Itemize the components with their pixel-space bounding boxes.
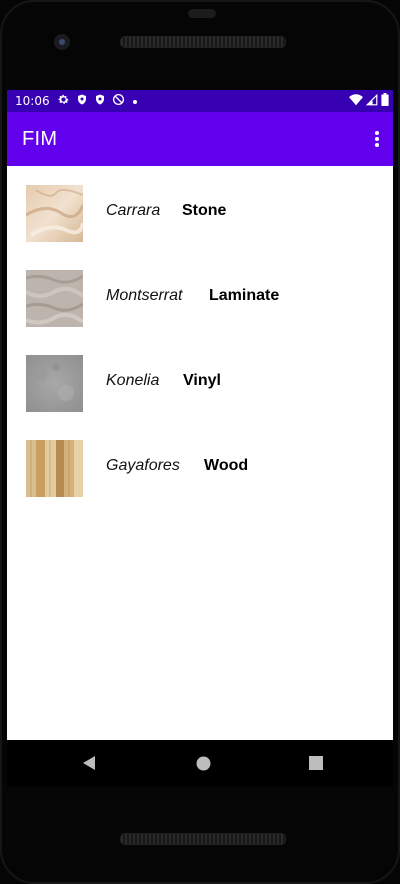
wood-thumbnail: [26, 440, 83, 497]
material-name: Konelia: [106, 372, 160, 389]
shield-icon: [76, 93, 88, 109]
app-title: FIM: [22, 128, 58, 150]
concrete-thumbnail: [26, 355, 83, 412]
list-item[interactable]: Konelia Vinyl: [7, 336, 393, 421]
settings-icon: [57, 93, 70, 109]
device-frame: 10:06 FIM Carrara Stone Montserrat Lamin…: [0, 0, 400, 884]
no-sim-icon: [112, 93, 125, 109]
list-item[interactable]: Gayafores Wood: [7, 421, 393, 506]
granite-thumbnail: [25, 270, 85, 327]
recents-icon[interactable]: [307, 754, 325, 772]
more-vert-icon[interactable]: [367, 126, 387, 152]
list-item[interactable]: Carrara Stone: [7, 166, 393, 251]
material-type: Wood: [204, 457, 249, 474]
signal-icon: [365, 93, 378, 109]
navigation-bar: [7, 740, 393, 786]
front-camera-icon: [54, 34, 70, 50]
list-item[interactable]: Montserrat Laminate: [7, 251, 393, 336]
top-speaker-grille: [120, 36, 286, 48]
status-notification-icons: [57, 93, 139, 109]
shield-icon: [94, 93, 106, 109]
app-bar: FIM: [7, 112, 393, 166]
status-bar: 10:06: [7, 90, 393, 112]
material-name: Carrara: [106, 202, 161, 219]
material-type: Stone: [182, 202, 227, 219]
marble-thumbnail: [25, 185, 85, 242]
battery-icon: [381, 93, 389, 109]
back-icon[interactable]: [80, 754, 98, 772]
status-time: 10:06: [15, 94, 50, 108]
dot-icon: [131, 94, 139, 109]
material-name: Gayafores: [106, 457, 180, 474]
material-type: Vinyl: [183, 372, 221, 389]
material-type: Laminate: [209, 287, 280, 304]
earpiece: [188, 9, 216, 18]
status-system-icons: [349, 93, 389, 109]
home-icon[interactable]: [194, 754, 212, 772]
material-list: Carrara Stone Montserrat Laminate Koneli…: [7, 166, 393, 740]
bottom-speaker-grille: [120, 833, 286, 845]
wifi-icon: [349, 93, 363, 109]
material-name: Montserrat: [106, 287, 183, 304]
